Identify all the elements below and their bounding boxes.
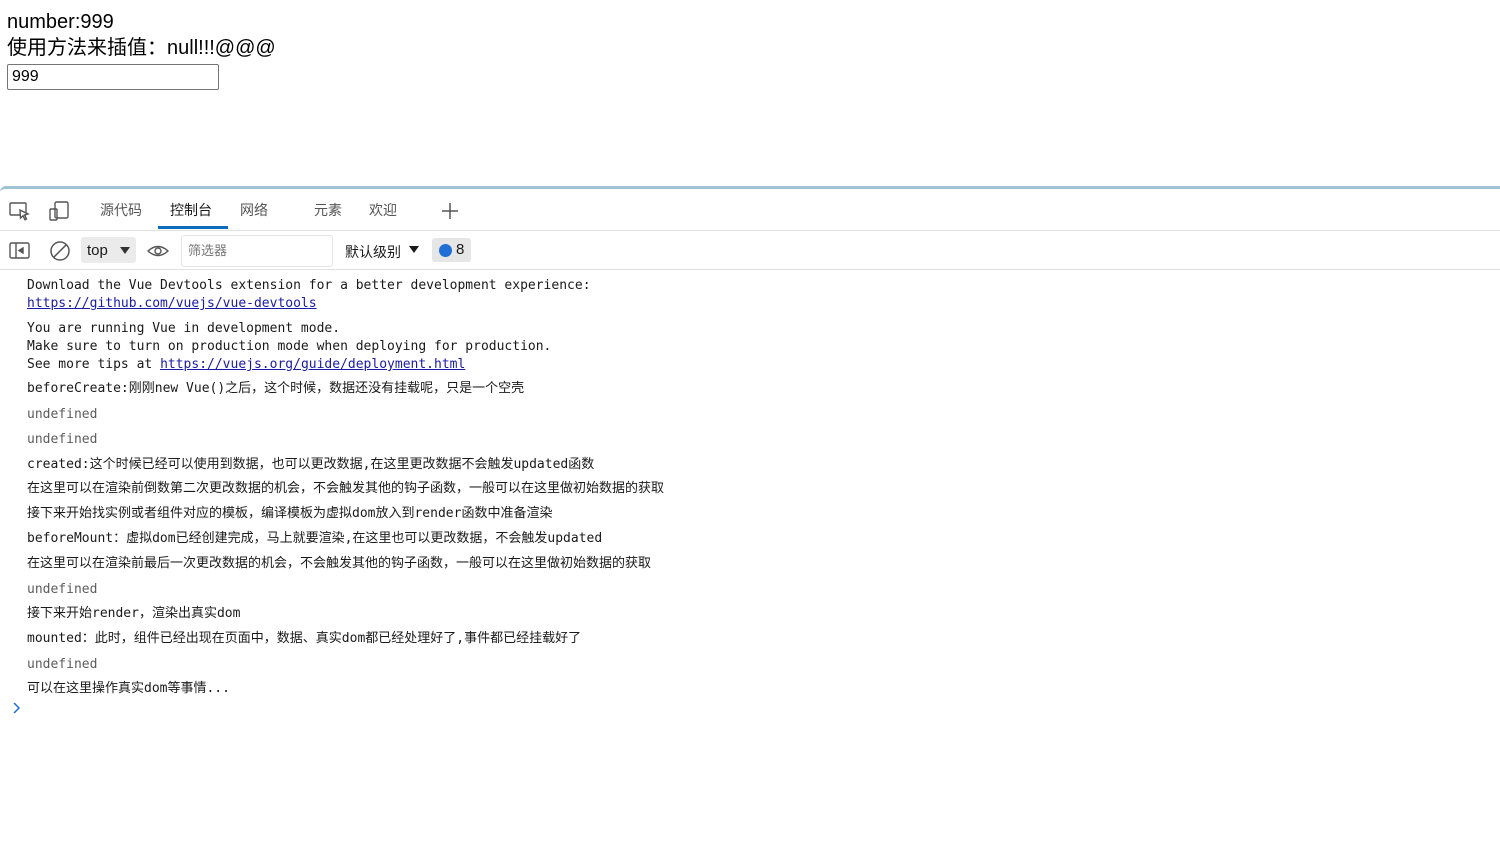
live-expression-eye-icon[interactable]	[146, 242, 170, 262]
console-message: mounted：此时，组件已经出现在页面中，数据、真实dom都已经处理好了,事件…	[27, 631, 582, 646]
tab-network[interactable]: 网络	[240, 200, 268, 220]
context-selector[interactable]: top	[81, 237, 136, 263]
inspect-element-icon[interactable]	[9, 201, 31, 221]
console-message: undefined	[27, 432, 98, 447]
console-text: See more tips at	[27, 357, 161, 372]
console-text: You are running Vue in development mode.	[27, 321, 341, 336]
console-message: 接下来开始找实例或者组件对应的模板，编译模板为虚拟dom放入到render函数中…	[27, 506, 553, 521]
chevron-down-icon	[409, 246, 419, 253]
chevron-down-icon	[120, 247, 130, 254]
filter-input[interactable]	[181, 235, 333, 267]
console-message: created:这个时候已经可以使用到数据，也可以更改数据,在这里更改数据不会触…	[27, 457, 595, 472]
console-message: 在这里可以在渲染前最后一次更改数据的机会，不会触发其他的钩子函数，一般可以在这里…	[27, 556, 652, 571]
sidebar-toggle-icon[interactable]	[9, 241, 31, 261]
console-message: undefined	[27, 407, 98, 422]
vue-devtools-link[interactable]: https://github.com/vuejs/vue-devtools	[27, 296, 317, 311]
console-prompt-chevron-icon[interactable]	[11, 701, 23, 715]
tab-elements[interactable]: 元素	[314, 200, 342, 220]
message-count: 8	[456, 241, 465, 258]
console-message: 可以在这里操作真实dom等事情...	[27, 681, 230, 696]
console-message: beforeMount：虚拟dom已经创建完成，马上就要渲染,在这里也可以更改数…	[27, 531, 603, 546]
page-content: number:999 使用方法来插值：null!!!@@@	[0, 0, 1500, 186]
log-level-dropdown[interactable]: 默认级别	[345, 242, 401, 262]
add-tab-icon[interactable]	[440, 201, 462, 221]
tab-console[interactable]: 控制台	[170, 200, 212, 220]
device-emulation-icon[interactable]	[49, 201, 71, 221]
console-output: Download the Vue Devtools extension for …	[0, 272, 1500, 859]
console-text: Make sure to turn on production mode whe…	[27, 339, 552, 354]
tab-welcome[interactable]: 欢迎	[369, 200, 397, 220]
message-count-badge[interactable]: 8	[432, 238, 471, 262]
active-tab-indicator	[158, 226, 228, 229]
tab-sources[interactable]: 源代码	[100, 200, 142, 220]
console-toolbar: top 默认级别 8	[0, 232, 1500, 270]
devtools-panel: 源代码 控制台 网络 元素 欢迎 top 筛选器 默认级别 8 Download…	[0, 186, 1500, 859]
vue-deployment-link[interactable]: https://vuejs.org/guide/deployment.html	[160, 357, 465, 372]
console-text: Download the Vue Devtools extension for …	[27, 278, 591, 293]
console-message: undefined	[27, 657, 98, 672]
console-message: beforeCreate:刚刚new Vue()之后，这个时候，数据还没有挂载呢…	[27, 381, 525, 396]
console-message: undefined	[27, 582, 98, 597]
console-message: 接下来开始render，渲染出真实dom	[27, 606, 241, 621]
clear-console-icon[interactable]	[49, 240, 71, 261]
message-icon	[439, 244, 452, 257]
devtools-tabbar: 源代码 控制台 网络 元素 欢迎	[0, 189, 1500, 231]
console-message: 在这里可以在渲染前倒数第二次更改数据的机会，不会触发其他的钩子函数，一般可以在这…	[27, 481, 665, 496]
console-message: You are running Vue in development mode.…	[27, 320, 551, 374]
console-message: Download the Vue Devtools extension for …	[27, 277, 591, 313]
context-label: top	[87, 242, 108, 259]
method-interpolation-text: 使用方法来插值：null!!!@@@	[7, 37, 276, 59]
number-input[interactable]	[7, 64, 219, 90]
number-text: number:999	[7, 11, 114, 33]
